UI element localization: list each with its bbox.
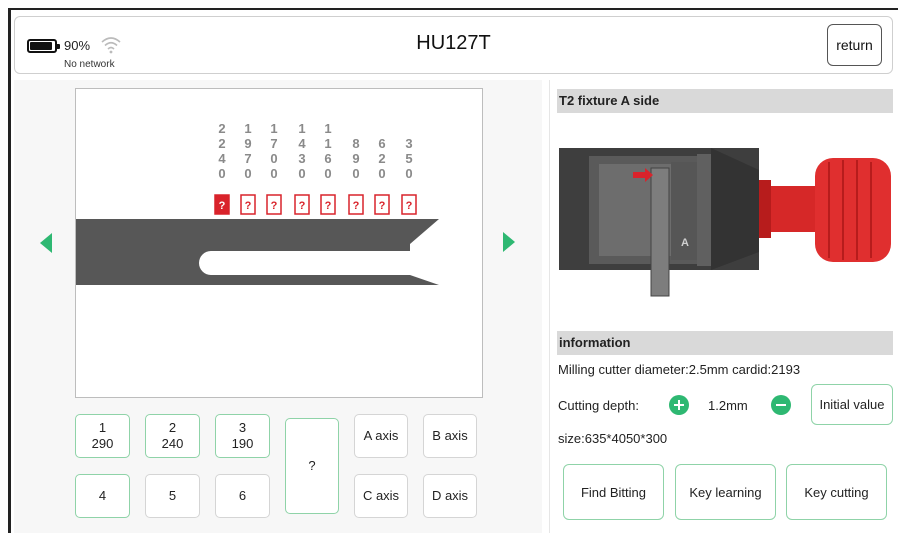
- cut-depth-digit: 2: [218, 136, 225, 151]
- keypad-4-button[interactable]: 4: [75, 474, 130, 518]
- cut-depth-digit: 9: [244, 136, 251, 151]
- page-title: HU127T: [416, 32, 491, 54]
- keypad-6-button[interactable]: 6: [215, 474, 270, 518]
- depth-decrease-icon[interactable]: [771, 395, 791, 415]
- keypad-1-number: 1: [98, 420, 107, 435]
- a-axis-label: A axis: [363, 428, 399, 443]
- cut-depth-digit: 5: [405, 151, 412, 166]
- cut-depth-digit: 1: [298, 121, 305, 136]
- cut-depth-digit: 2: [378, 151, 385, 166]
- cut-marker-label: ?: [353, 200, 360, 212]
- cut-marker-label: ?: [325, 200, 332, 212]
- keypad-1-button[interactable]: 1 290: [75, 414, 130, 458]
- cut-depth-digit: 0: [378, 166, 385, 181]
- cut-depth-digit: 1: [324, 121, 331, 136]
- cut-depth-digit: 0: [218, 166, 225, 181]
- fixture-section-title: T2 fixture A side: [557, 89, 893, 113]
- key-learning-button[interactable]: Key learning: [675, 464, 776, 520]
- fixture-edge-plate: [697, 154, 711, 266]
- cut-depth-digit: 2: [218, 121, 225, 136]
- keypad-unknown-button[interactable]: ?: [285, 418, 339, 514]
- cut-marker-label: ?: [245, 200, 252, 212]
- cut-depth-digit: 0: [270, 166, 277, 181]
- cut-depth-digit: 7: [270, 136, 277, 151]
- key-groove: [201, 251, 411, 275]
- cut-depth-digit: 4: [298, 136, 306, 151]
- knob-head: [815, 158, 891, 262]
- fixture-side-label: A: [681, 237, 689, 249]
- key-blade-top: [76, 219, 439, 244]
- cut-marker-label: ?: [406, 200, 413, 212]
- cut-marker-label: ?: [299, 200, 306, 212]
- d-axis-label: D axis: [431, 488, 469, 503]
- cut-marker-label: ?: [271, 200, 278, 212]
- find-bitting-button[interactable]: Find Bitting: [563, 464, 664, 520]
- cut-depth-digit: 7: [244, 151, 251, 166]
- cut-marker-label: ?: [379, 200, 386, 212]
- key-diagram-svg: 2240?1970?1700?1430?1160?890?620?350?: [76, 121, 439, 285]
- cutting-depth-value: 1.2mm: [708, 398, 748, 413]
- cut-depth-digit: 8: [352, 136, 359, 151]
- keypad-2-value: 240: [161, 436, 184, 451]
- size-info: size:635*4050*300: [558, 431, 668, 446]
- c-axis-label: C axis: [362, 488, 400, 503]
- cut-depth-digit: 4: [218, 151, 226, 166]
- cut-depth-digit: 6: [324, 151, 331, 166]
- keypad-3-value: 190: [231, 436, 254, 451]
- header-bar: 90% No network HU127T return: [14, 16, 893, 74]
- cutter-info: Milling cutter diameter:2.5mm cardid:219…: [558, 362, 801, 377]
- cut-depth-digit: 3: [405, 136, 412, 151]
- return-button[interactable]: return: [827, 24, 882, 66]
- b-axis-label: B axis: [432, 428, 468, 443]
- d-axis-button[interactable]: D axis: [423, 474, 477, 518]
- keypad-1-value: 290: [91, 436, 114, 451]
- cut-depth-digit: 6: [378, 136, 385, 151]
- depth-increase-icon[interactable]: [669, 395, 689, 415]
- b-axis-button[interactable]: B axis: [423, 414, 477, 458]
- cut-depth-digit: 0: [352, 166, 359, 181]
- cut-depth-digit: 1: [324, 136, 331, 151]
- previous-arrow-icon[interactable]: [40, 233, 52, 253]
- knob-collar: [759, 180, 771, 238]
- keypad-2-number: 2: [168, 420, 177, 435]
- cut-depth-digit: 0: [298, 166, 305, 181]
- fixture-clamp-bar: [650, 167, 670, 297]
- key-cutting-button[interactable]: Key cutting: [786, 464, 887, 520]
- keypad-3-button[interactable]: 3 190: [215, 414, 270, 458]
- a-axis-button[interactable]: A axis: [354, 414, 408, 458]
- key-diagram: 2 2 4 0? 1 9 7 0? 1 7 0 0? 1 4 3 0? 1 1 6 0? 8 9 0? 6 2 0? 3 5 0?: [75, 88, 483, 398]
- cut-depth-digit: 1: [270, 121, 277, 136]
- c-axis-button[interactable]: C axis: [354, 474, 408, 518]
- keypad-6-number: 6: [238, 488, 247, 503]
- cut-depth-digit: 1: [244, 121, 251, 136]
- cutting-depth-label: Cutting depth:: [558, 398, 639, 413]
- device-edge-left: [8, 8, 11, 533]
- keypad-5-number: 5: [168, 488, 177, 503]
- cut-depth-digit: 0: [324, 166, 331, 181]
- keypad-3-number: 3: [238, 420, 247, 435]
- cut-depth-digit: 3: [298, 151, 305, 166]
- key-blade-middle: [76, 244, 410, 251]
- info-section-title: information: [557, 331, 893, 355]
- fixture-image: A: [559, 148, 891, 297]
- cut-marker-label: ?: [219, 200, 226, 212]
- keypad-2-button[interactable]: 2 240: [145, 414, 200, 458]
- knob-shaft: [771, 186, 815, 232]
- cut-depth-digit: 0: [244, 166, 251, 181]
- keypad-4-number: 4: [98, 488, 107, 503]
- cut-depth-digit: 0: [270, 151, 277, 166]
- device-edge-top: [8, 8, 898, 10]
- keypad-5-button[interactable]: 5: [145, 474, 200, 518]
- network-status: No network: [64, 59, 115, 70]
- cut-depth-digit: 9: [352, 151, 359, 166]
- cut-depth-digit: 0: [405, 166, 412, 181]
- initial-value-button[interactable]: Initial value: [811, 384, 893, 425]
- keypad-unknown-label: ?: [308, 458, 316, 473]
- next-arrow-icon[interactable]: [503, 232, 515, 252]
